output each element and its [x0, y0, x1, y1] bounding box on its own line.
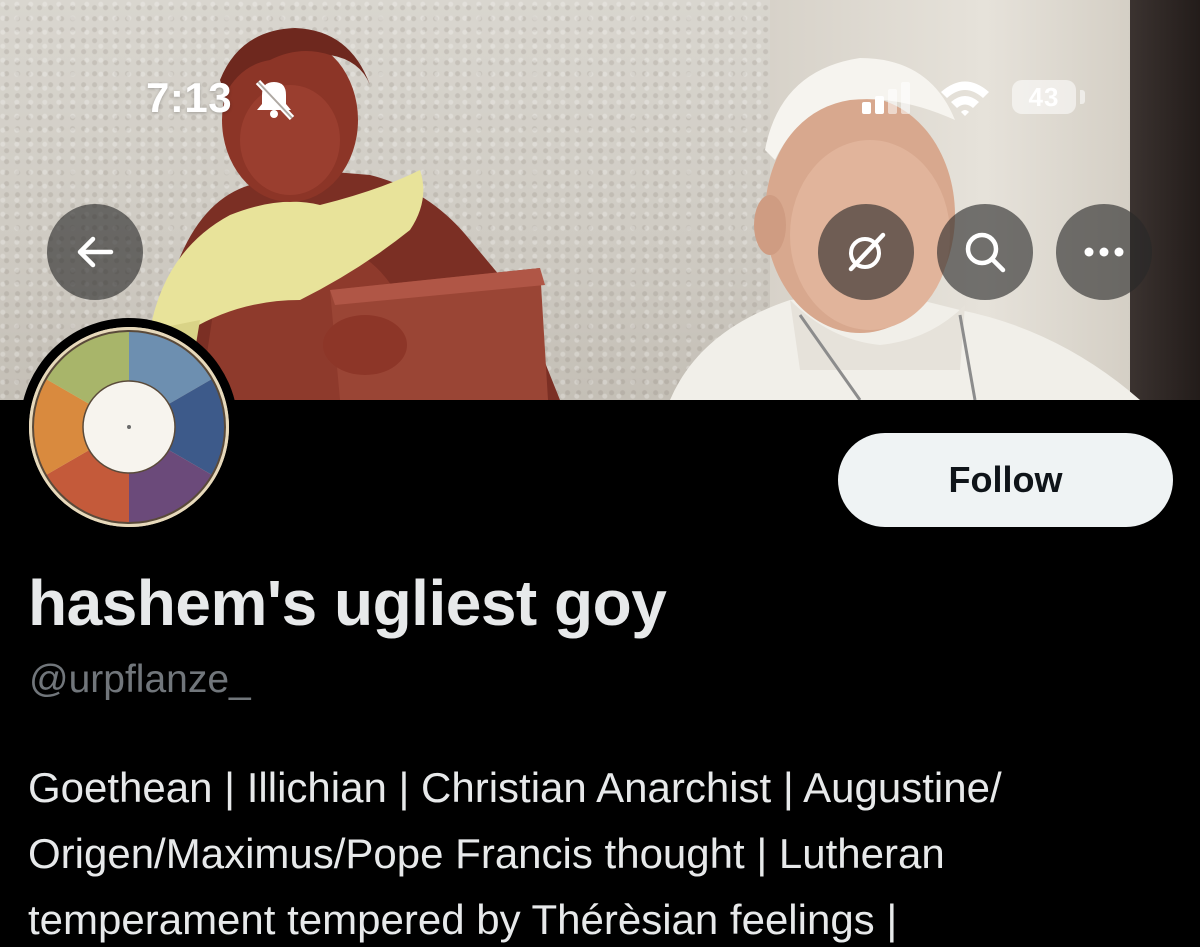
- status-time: 7:13: [146, 74, 233, 121]
- bio-line: Goethean | Illichian | Christian Anarchi…: [28, 764, 1002, 811]
- bell-slash-icon: [255, 79, 295, 120]
- cellular-signal-icon: [862, 82, 910, 114]
- ellipsis-icon: [1084, 247, 1124, 257]
- bio-line: Origen/Maximus/Pope Francis thought | Lu…: [28, 830, 945, 877]
- grok-slash-icon: [848, 232, 886, 272]
- bio-line: temperament tempered by Thérèsian feelin…: [28, 896, 898, 943]
- grok-button[interactable]: [818, 204, 914, 300]
- more-options-button[interactable]: [1056, 204, 1152, 300]
- profile-bio: Goethean | Illichian | Christian Anarchi…: [28, 755, 1178, 947]
- profile-handle: @urpflanze_: [29, 658, 251, 701]
- back-button[interactable]: [47, 204, 143, 300]
- wifi-icon: [941, 81, 989, 116]
- color-wheel-image: [29, 327, 229, 527]
- profile-display-name: hashem's ugliest goy: [28, 567, 667, 639]
- profile-avatar[interactable]: [20, 318, 238, 536]
- avatar-image: [29, 327, 229, 527]
- follow-button[interactable]: Follow: [838, 433, 1173, 527]
- search-icon: [965, 232, 1006, 273]
- battery-icon: 43: [1012, 80, 1076, 114]
- battery-tip: [1080, 90, 1085, 104]
- arrow-left-icon: [77, 236, 114, 268]
- search-button[interactable]: [937, 204, 1033, 300]
